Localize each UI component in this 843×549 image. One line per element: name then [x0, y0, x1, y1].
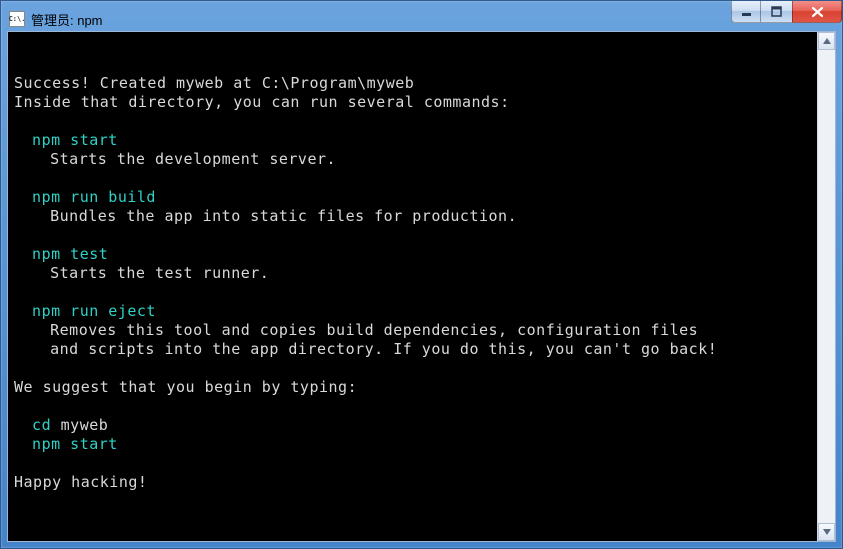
scroll-up-button[interactable] — [818, 32, 835, 50]
cmd-icon: C:\. — [9, 11, 25, 27]
text-line — [14, 112, 811, 131]
text-line: Bundles the app into static files for pr… — [14, 207, 811, 226]
command-line: npm test — [14, 245, 811, 264]
command-line: npm run build — [14, 188, 811, 207]
window-controls — [732, 1, 842, 23]
text-line — [14, 454, 811, 473]
command-line: npm run eject — [14, 302, 811, 321]
command-line: npm start — [14, 131, 811, 150]
text-line — [14, 397, 811, 416]
text-line: Starts the test runner. — [14, 264, 811, 283]
text-line: Success! Created myweb at C:\Program\myw… — [14, 74, 811, 93]
text-line — [14, 226, 811, 245]
terminal-output[interactable]: Success! Created myweb at C:\Program\myw… — [8, 32, 817, 541]
close-button[interactable] — [792, 1, 842, 23]
command-line: cd myweb — [14, 416, 811, 435]
text-line — [14, 169, 811, 188]
window-frame: C:\. 管理员: npm Success! Created myweb at … — [0, 0, 843, 549]
vertical-scrollbar[interactable] — [817, 32, 835, 541]
chevron-down-icon — [823, 529, 831, 535]
scroll-down-button[interactable] — [818, 523, 835, 541]
minimize-button[interactable] — [731, 1, 761, 23]
text-line — [14, 55, 811, 74]
text-line — [14, 283, 811, 302]
text-line: Inside that directory, you can run sever… — [14, 93, 811, 112]
client-area: Success! Created myweb at C:\Program\myw… — [7, 31, 836, 542]
text-line — [14, 359, 811, 378]
chevron-up-icon — [823, 38, 831, 44]
maximize-button[interactable] — [760, 1, 793, 23]
text-line: Happy hacking! — [14, 473, 811, 492]
text-line: Removes this tool and copies build depen… — [14, 321, 811, 340]
text-line: We suggest that you begin by typing: — [14, 378, 811, 397]
text-line: Starts the development server. — [14, 150, 811, 169]
window-title: 管理员: npm — [31, 10, 834, 29]
text-line: and scripts into the app directory. If y… — [14, 340, 811, 359]
text-line — [14, 36, 811, 55]
command-line: npm start — [14, 435, 811, 454]
titlebar[interactable]: C:\. 管理员: npm — [7, 7, 836, 31]
